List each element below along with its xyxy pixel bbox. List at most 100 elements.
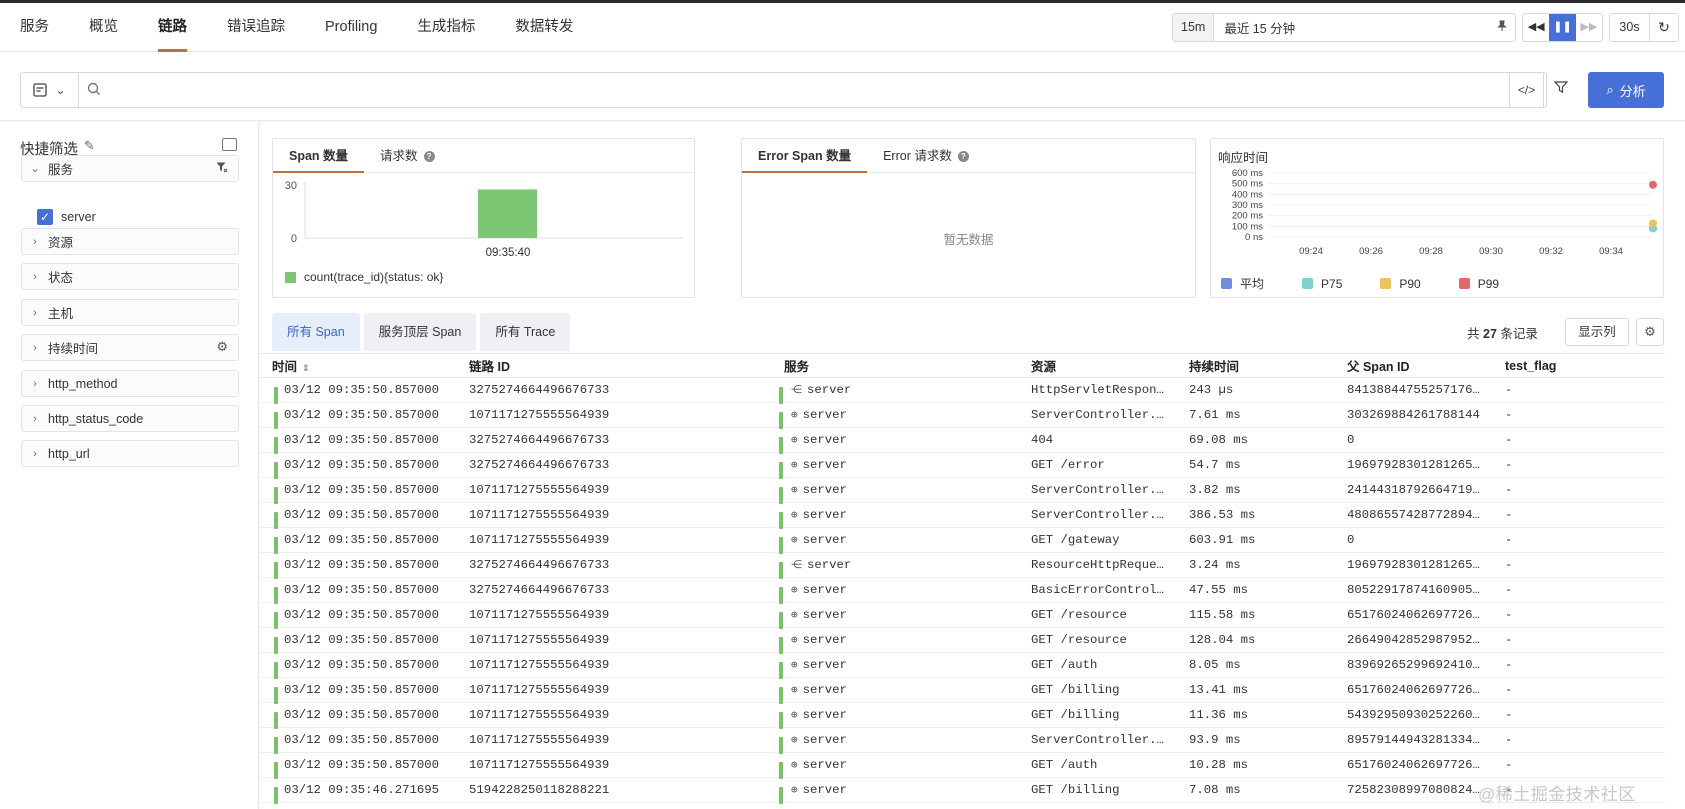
- cell-duration: 3.24 ms: [1189, 558, 1241, 572]
- table-row[interactable]: 03/12 09:35:50.857000 1071171275555564939…: [260, 678, 1665, 704]
- filter-settings-icon[interactable]: [1543, 73, 1578, 107]
- tab-error-request-count[interactable]: Error 请求数?: [867, 139, 985, 172]
- column-header-service[interactable]: 服务: [779, 356, 1031, 375]
- edit-icon[interactable]: ✎: [84, 138, 95, 154]
- column-header-parent-span-id[interactable]: 父 Span ID: [1347, 356, 1505, 375]
- cell-duration: 7.08 ms: [1189, 783, 1241, 797]
- cell-duration: 10.28 ms: [1189, 758, 1249, 772]
- sort-icon[interactable]: ⇕: [302, 363, 310, 373]
- refresh-icon[interactable]: ↻: [1650, 19, 1678, 36]
- cell-time: 03/12 09:35:50.857000: [260, 683, 458, 704]
- analyze-button[interactable]: ⌕ 分析: [1588, 72, 1664, 108]
- globe-icon: ⊕: [791, 485, 798, 497]
- gear-icon[interactable]: ⚙: [216, 339, 228, 355]
- rewind-icon[interactable]: ◀◀: [1523, 14, 1549, 41]
- collapse-sidebar-icon[interactable]: [222, 138, 237, 151]
- legend-item[interactable]: P90: [1380, 275, 1421, 292]
- tab-all-trace[interactable]: 所有 Trace: [480, 313, 571, 351]
- nav-tab[interactable]: 服务: [0, 3, 69, 52]
- facet-label: 状态: [48, 271, 74, 285]
- time-range-label[interactable]: 最近 15 分钟: [1214, 18, 1489, 37]
- table-row[interactable]: 03/12 09:35:50.857000 1071171275555564939…: [260, 728, 1665, 754]
- cell-test-flag: -: [1505, 583, 1513, 597]
- table-row[interactable]: 03/12 09:35:50.857000 3275274664496676733…: [260, 453, 1665, 479]
- error-span-card: Error Span 数量 Error 请求数? 暂无数据: [741, 138, 1196, 298]
- legend-item[interactable]: P75: [1302, 275, 1342, 292]
- code-icon[interactable]: </>: [1509, 73, 1543, 107]
- table-row[interactable]: 03/12 09:35:50.857000 1071171275555564939…: [260, 703, 1665, 729]
- facet-option-server[interactable]: ✓ server: [37, 209, 96, 225]
- table-row[interactable]: 03/12 09:35:50.857000 1071171275555564939…: [260, 503, 1665, 529]
- gear-icon[interactable]: ⚙: [1636, 318, 1664, 346]
- facet-http-method[interactable]: › http_method: [21, 370, 239, 397]
- table-row[interactable]: 03/12 09:35:50.857000 1071171275555564939…: [260, 653, 1665, 679]
- table-row[interactable]: 03/12 09:35:50.857000 3275274664496676733…: [260, 428, 1665, 454]
- cell-resource: ServerController.…: [1031, 508, 1164, 522]
- card-tabs: Span 数量 请求数?: [273, 139, 694, 173]
- column-header-trace-id[interactable]: 链路 ID: [458, 356, 779, 375]
- help-icon[interactable]: ?: [423, 151, 435, 163]
- clear-filter-icon[interactable]: [216, 162, 228, 176]
- data-point[interactable]: [1649, 219, 1657, 228]
- column-header-test-flag[interactable]: test_flag: [1505, 359, 1655, 373]
- nav-tab[interactable]: 数据转发: [495, 3, 593, 52]
- pin-icon[interactable]: [1489, 20, 1515, 35]
- cell-resource: GET /error: [1031, 458, 1105, 472]
- table-row[interactable]: 03/12 09:35:50.857000 1071171275555564939…: [260, 753, 1665, 779]
- tab-span-count[interactable]: Span 数量: [273, 139, 365, 173]
- table-row[interactable]: 03/12 09:35:50.857000 1071171275555564939…: [260, 603, 1665, 629]
- table-row[interactable]: 03/12 09:35:50.857000 1071171275555564939…: [260, 628, 1665, 654]
- time-preset[interactable]: 15m: [1173, 14, 1215, 41]
- chevron-right-icon: ›: [33, 270, 37, 283]
- nav-tab[interactable]: Profiling: [305, 3, 397, 52]
- column-header-duration[interactable]: 持续时间: [1189, 356, 1347, 375]
- service-name: server: [802, 658, 847, 672]
- tab-all-span[interactable]: 所有 Span: [272, 313, 360, 351]
- nav-tab[interactable]: 错误追踪: [207, 3, 305, 52]
- legend-item[interactable]: 平均: [1221, 275, 1264, 292]
- column-header-time[interactable]: 时间 ⇕: [260, 356, 458, 375]
- table-row[interactable]: 03/12 09:35:46.271695 5194228250118288221…: [260, 778, 1665, 804]
- facet-duration[interactable]: › 持续时间 ⚙: [21, 334, 239, 361]
- share-icon: ⋲: [791, 385, 802, 397]
- column-header-resource[interactable]: 资源: [1031, 356, 1189, 375]
- response-time-card: 响应时间 600 ms 500 ms 400 ms 300 ms 200 ms 100 m…: [1210, 138, 1664, 298]
- table-row[interactable]: 03/12 09:35:50.857000 1071171275555564939…: [260, 528, 1665, 554]
- cell-duration: 47.55 ms: [1189, 583, 1249, 597]
- tab-request-count[interactable]: 请求数?: [364, 139, 451, 172]
- nav-tab[interactable]: 生成指标: [397, 3, 495, 52]
- legend-item[interactable]: count(trace_id){status: ok}: [285, 270, 443, 284]
- pause-icon[interactable]: ❚❚: [1549, 14, 1576, 41]
- nav-tab[interactable]: 链路: [138, 3, 207, 52]
- show-columns-button[interactable]: 显示列: [1565, 318, 1629, 346]
- facet-http-status-code[interactable]: › http_status_code: [21, 405, 239, 432]
- facet-resource[interactable]: › 资源: [21, 228, 239, 255]
- service-name: server: [807, 558, 852, 572]
- table-row[interactable]: 03/12 09:35:50.857000 1071171275555564939…: [260, 403, 1665, 429]
- data-point[interactable]: [1649, 180, 1657, 189]
- search-input[interactable]: [111, 77, 1411, 103]
- legend-label: count(trace_id){status: ok}: [304, 270, 444, 284]
- tab-error-span-count[interactable]: Error Span 数量: [742, 139, 868, 173]
- cell-test-flag: -: [1505, 483, 1513, 497]
- refresh-interval[interactable]: 30s: [1610, 14, 1650, 41]
- forward-icon[interactable]: ▶▶: [1576, 14, 1602, 41]
- legend-item[interactable]: P99: [1458, 275, 1499, 292]
- table-row[interactable]: 03/12 09:35:50.857000 3275274664496676733…: [260, 378, 1665, 404]
- tab-service-top-span[interactable]: 服务顶层 Span: [363, 313, 477, 351]
- table-row[interactable]: 03/12 09:35:50.857000 3275274664496676733…: [260, 553, 1665, 579]
- facet-http-url[interactable]: › http_url: [21, 440, 239, 467]
- table-row[interactable]: 03/12 09:35:50.857000 1071171275555564939…: [260, 478, 1665, 504]
- service-name: server: [802, 458, 847, 472]
- nav-tab[interactable]: 概览: [69, 3, 138, 52]
- cell-duration: 386.53 ms: [1189, 508, 1256, 522]
- facet-status[interactable]: › 状态: [21, 263, 239, 290]
- query-mode-dropdown[interactable]: ⌄: [21, 73, 79, 107]
- time-range-picker[interactable]: 15m 最近 15 分钟: [1172, 13, 1516, 42]
- checkbox-checked[interactable]: ✓: [37, 209, 53, 225]
- table-row[interactable]: 03/12 09:35:50.857000 3275274664496676733…: [260, 578, 1665, 604]
- legend-swatch: [1302, 278, 1314, 289]
- help-icon[interactable]: ?: [957, 151, 969, 163]
- facet-service[interactable]: ⌄ 服务: [21, 155, 239, 182]
- facet-host[interactable]: › 主机: [21, 299, 239, 326]
